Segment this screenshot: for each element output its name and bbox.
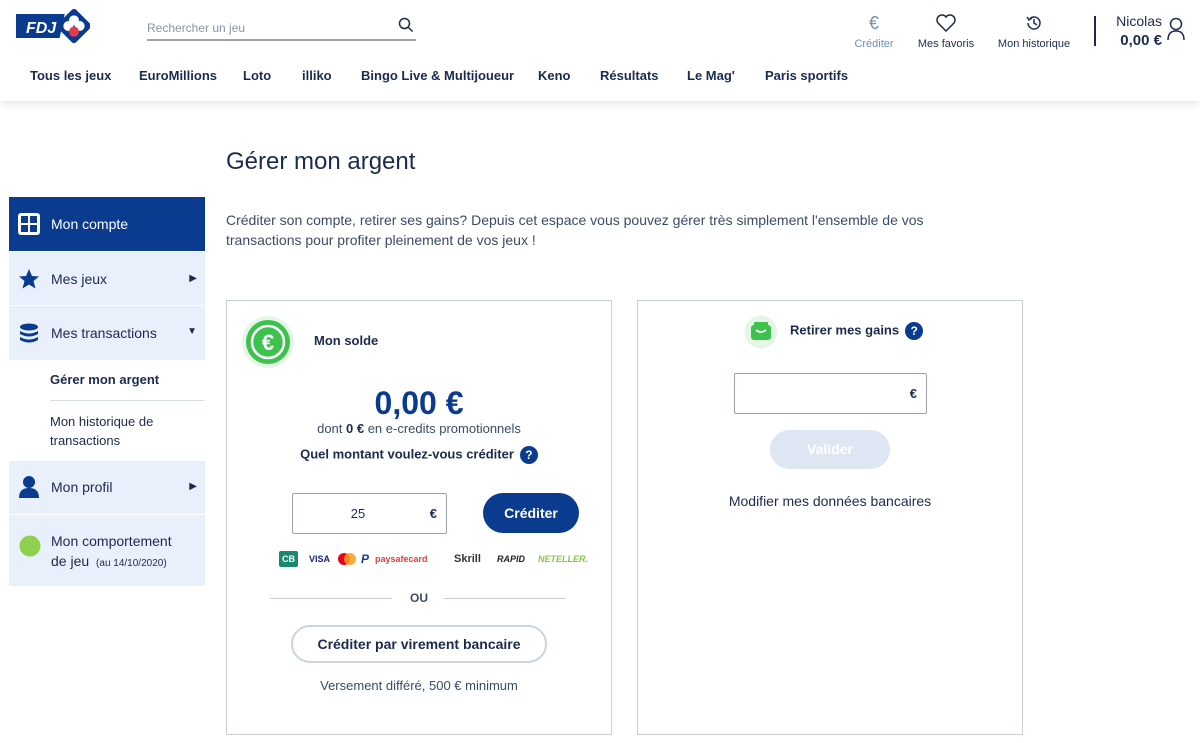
coins-icon bbox=[20, 323, 38, 343]
rapid-logo: RAPID bbox=[497, 554, 526, 564]
withdraw-title: Retirer mes gains? bbox=[790, 322, 924, 340]
sidebar-item-label: Mon profil bbox=[51, 479, 113, 495]
credit-button[interactable]: Créditer bbox=[483, 493, 579, 533]
nav-resultats[interactable]: Résultats bbox=[600, 68, 659, 83]
mastercard-logo bbox=[337, 551, 357, 571]
page-title: Gérer mon argent bbox=[226, 148, 416, 175]
sub-link-line: Mon historique de bbox=[50, 414, 154, 429]
sidebar-item-mes-jeux[interactable]: Mes jeux ▶ bbox=[9, 252, 205, 305]
star-icon bbox=[19, 269, 39, 289]
historique-label: Mon historique bbox=[997, 38, 1071, 50]
header-historique[interactable]: Mon historique bbox=[992, 12, 1076, 50]
sidebar-item-label: Mes transactions bbox=[51, 325, 157, 341]
sidebar-item-label: Mon comportement bbox=[51, 533, 172, 549]
search-bar bbox=[147, 14, 416, 41]
user-name[interactable]: Nicolas bbox=[1106, 13, 1162, 29]
heart-icon bbox=[936, 14, 956, 32]
sub-link-gerer-argent[interactable]: Gérer mon argent bbox=[50, 372, 159, 387]
sidebar-item-label: Mon compte bbox=[51, 216, 129, 232]
sub-link-line: transactions bbox=[50, 433, 121, 448]
chevron-right-icon: ▶ bbox=[189, 481, 197, 492]
paypal-logo: P bbox=[361, 552, 370, 566]
chevron-right-icon: ▶ bbox=[189, 273, 197, 284]
nav-le-mag[interactable]: Le Mag' bbox=[687, 68, 735, 83]
header-favoris[interactable]: Mes favoris bbox=[912, 12, 980, 50]
piggy-bank-icon bbox=[744, 315, 778, 349]
sub-divider bbox=[50, 400, 205, 401]
currency-symbol: € bbox=[429, 506, 437, 521]
balance-amount: 0,00 € bbox=[374, 385, 464, 421]
visa-logo: VISA bbox=[309, 554, 331, 564]
credit-question: Quel montant voulez-vous créditer? bbox=[227, 446, 611, 464]
balance-card: € Mon solde 0,00 € dont 0 € en e-credits… bbox=[226, 300, 612, 735]
fdj-logo[interactable]: FDJ bbox=[16, 8, 90, 44]
sub-link-historique[interactable]: Mon historique de transactions bbox=[50, 412, 153, 450]
withdraw-amount-input[interactable]: € bbox=[734, 373, 927, 414]
nav-illiko[interactable]: illiko bbox=[302, 68, 332, 83]
nav-euromillions[interactable]: EuroMillions bbox=[139, 68, 217, 83]
sidebar-item-mon-profil[interactable]: Mon profil ▶ bbox=[9, 461, 205, 514]
nav-bingo-live[interactable]: Bingo Live & Multijoueur bbox=[361, 68, 514, 83]
help-icon[interactable]: ? bbox=[519, 446, 538, 464]
svg-text:FDJ: FDJ bbox=[26, 20, 57, 37]
promo-credits-amount: 0 € bbox=[346, 421, 365, 436]
sidebar-item-date: (au 14/10/2020) bbox=[96, 558, 167, 569]
credit-amount-input[interactable]: 25 € bbox=[292, 493, 447, 534]
payment-methods: CB VISA P paysafecard Skrill RAPID NETEL… bbox=[279, 551, 591, 567]
search-icon[interactable] bbox=[398, 17, 414, 33]
sidebar-item-label-2: de jeu (au 14/10/2020) bbox=[51, 553, 167, 569]
transfer-note: Versement différé, 500 € minimum bbox=[320, 678, 518, 693]
nav-loto[interactable]: Loto bbox=[243, 68, 271, 83]
dashboard-icon bbox=[18, 213, 40, 235]
user-balance[interactable]: 0,00 € bbox=[1100, 32, 1162, 49]
intro-text: Créditer son compte, retirer ses gains? … bbox=[226, 212, 924, 248]
withdraw-card: Retirer mes gains? € Valider Modifier me… bbox=[637, 300, 1023, 735]
or-label: OU bbox=[410, 591, 428, 605]
edit-bank-details-link[interactable]: Modifier mes données bancaires bbox=[638, 493, 1022, 509]
nav-keno[interactable]: Keno bbox=[538, 68, 571, 83]
sidebar-item-mon-compte[interactable]: Mon compte bbox=[9, 197, 205, 251]
user-icon bbox=[19, 476, 39, 498]
header-divider bbox=[1094, 16, 1096, 46]
svg-text:€: € bbox=[262, 330, 274, 355]
skrill-logo: Skrill bbox=[454, 553, 481, 565]
favoris-label: Mes favoris bbox=[917, 38, 975, 50]
paysafecard-logo: paysafecard bbox=[375, 554, 428, 564]
crediter-label: Créditer bbox=[854, 38, 894, 50]
validate-button[interactable]: Valider bbox=[770, 430, 890, 469]
history-icon bbox=[1026, 16, 1041, 30]
promo-credits-text: dont 0 € en e-credits promotionnels bbox=[317, 421, 521, 436]
neteller-logo: NETELLER. bbox=[538, 554, 589, 564]
search-input[interactable] bbox=[147, 14, 387, 38]
credit-amount-value: 25 bbox=[350, 506, 366, 521]
balance-title: Mon solde bbox=[314, 333, 379, 348]
sidebar-item-mes-transactions[interactable]: Mes transactions ▼ bbox=[9, 306, 205, 360]
header: FDJ € Créditer Mes favoris bbox=[0, 0, 1200, 101]
cb-logo: CB bbox=[279, 551, 298, 567]
sidebar-item-comportement[interactable]: Mon comportement de jeu (au 14/10/2020) bbox=[9, 515, 205, 586]
euro-icon: € bbox=[868, 12, 879, 33]
euro-coin-icon: € bbox=[242, 316, 294, 368]
help-icon[interactable]: ? bbox=[905, 322, 924, 340]
user-account-icon[interactable] bbox=[1166, 16, 1186, 44]
chevron-down-icon: ▼ bbox=[187, 326, 197, 337]
status-dot-icon bbox=[19, 535, 41, 557]
header-crediter[interactable]: € Créditer bbox=[848, 12, 900, 51]
nav-paris-sportifs[interactable]: Paris sportifs bbox=[765, 68, 848, 83]
nav-tous-les-jeux[interactable]: Tous les jeux bbox=[30, 68, 111, 83]
sidebar-item-label: Mes jeux bbox=[51, 271, 108, 287]
currency-symbol: € bbox=[909, 386, 917, 401]
bank-transfer-button[interactable]: Créditer par virement bancaire bbox=[291, 625, 547, 663]
